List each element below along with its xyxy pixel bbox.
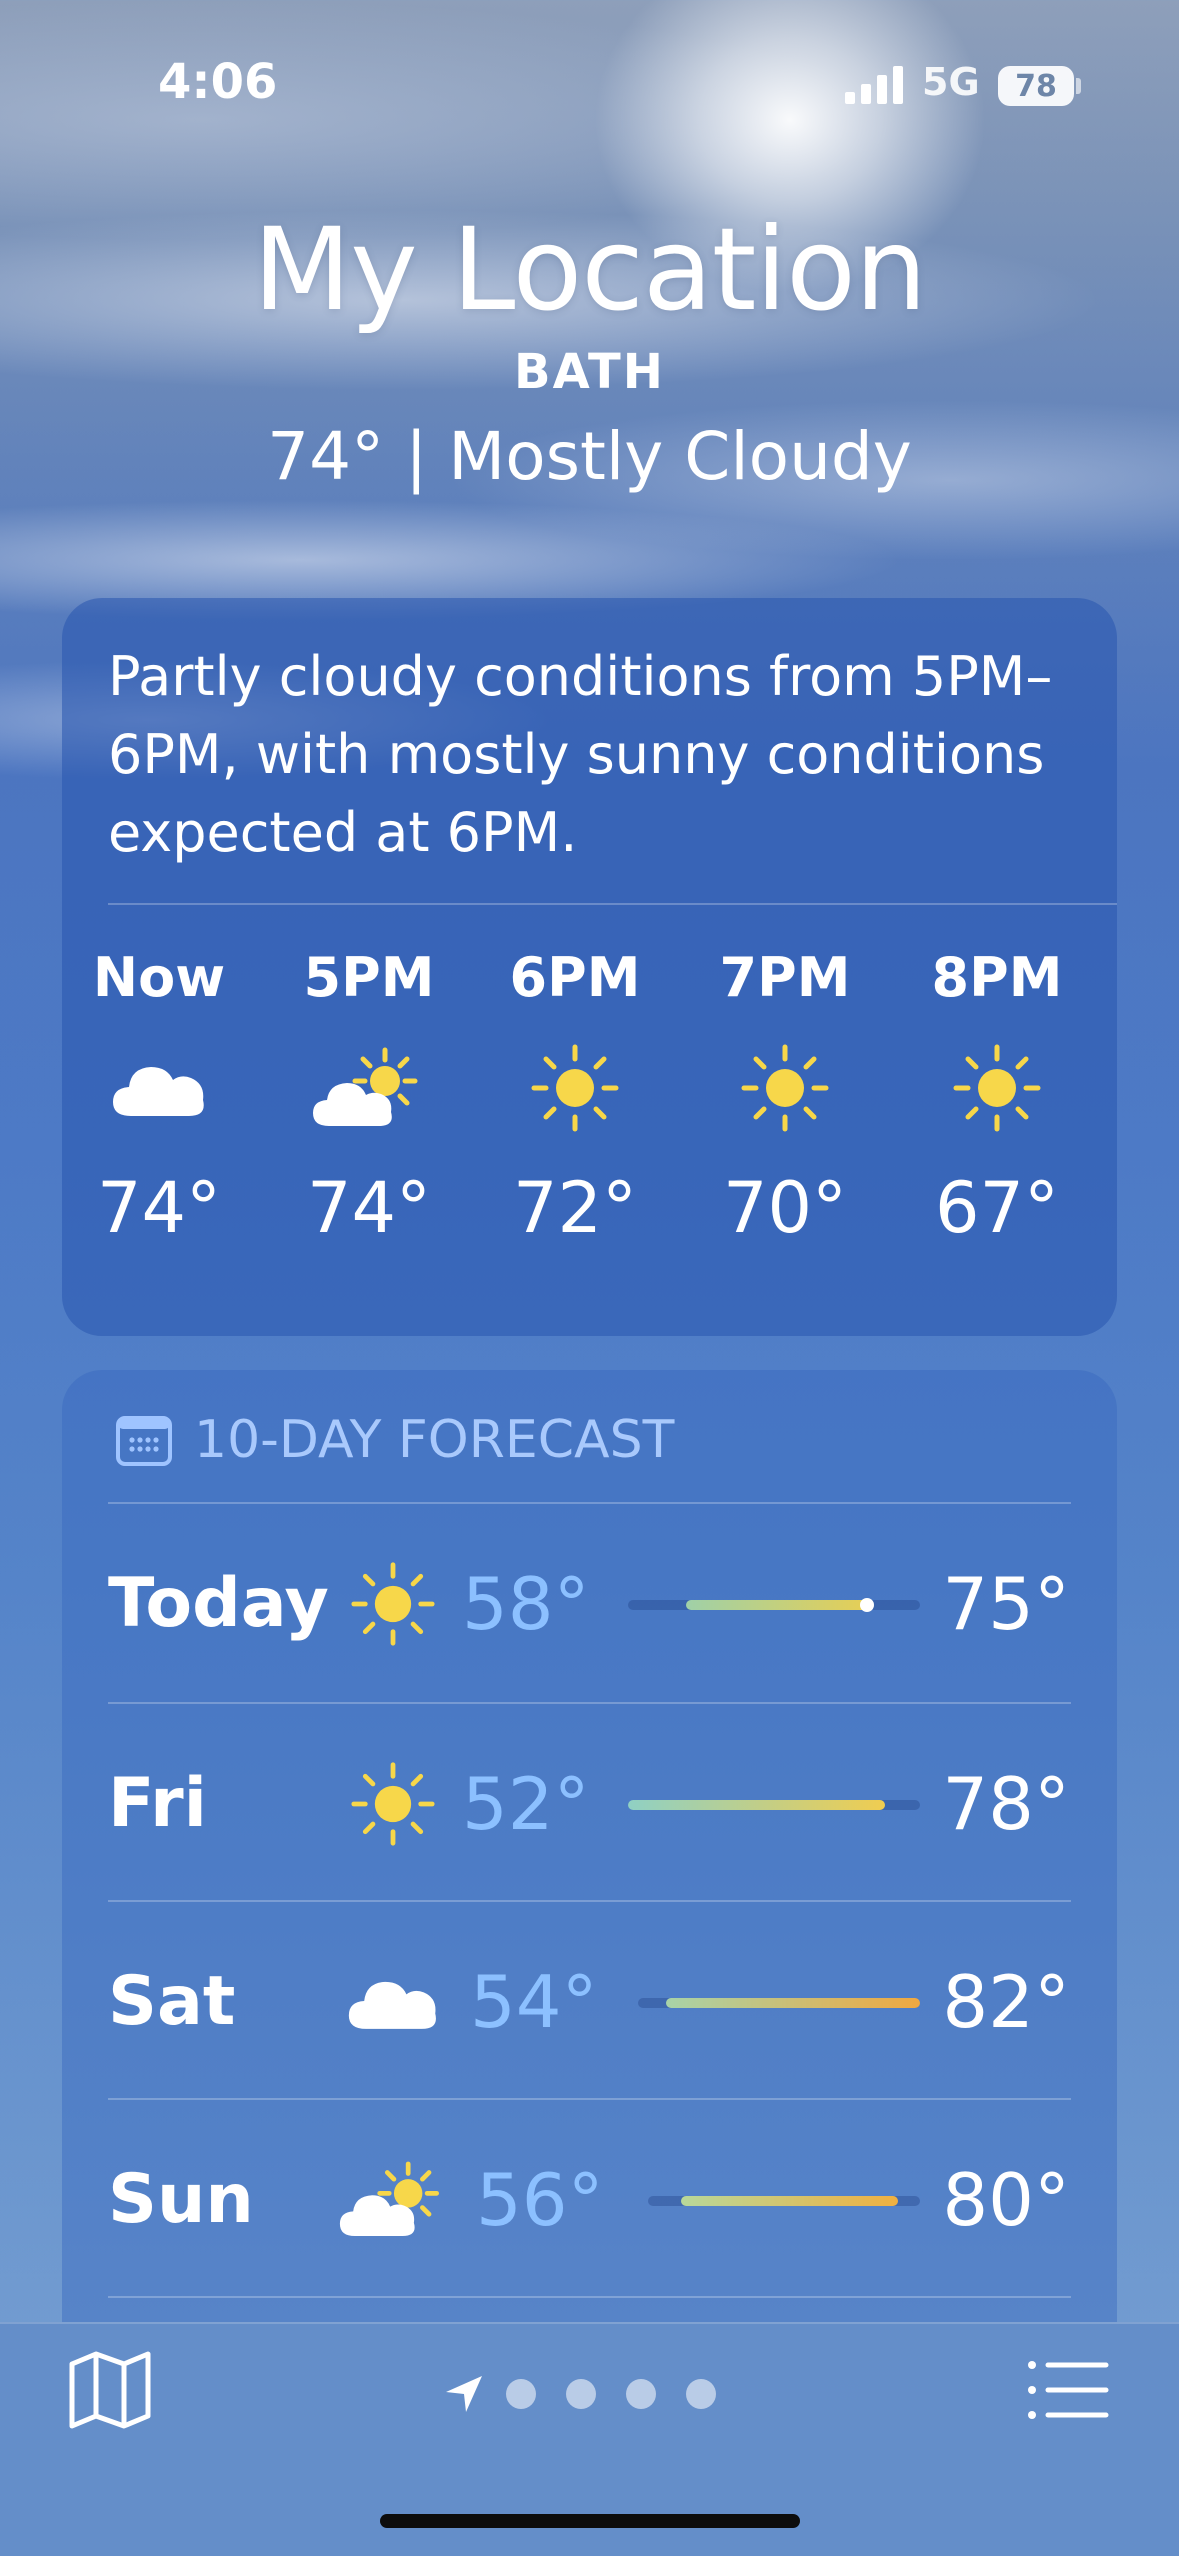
hour-temp: 67° [934,1167,1060,1249]
temperature-range-fill [666,1998,920,2008]
temperature-range-bar [638,1998,920,2008]
forecast-high: 80° [942,2158,1070,2242]
hour-temp: 72° [512,1167,638,1249]
bottom-toolbar [0,2322,1179,2556]
battery-tip [1076,78,1081,94]
city-list-icon[interactable] [1028,2360,1110,2420]
city-name: BATH [514,344,665,400]
cloud-icon [84,1018,234,1158]
forecast-row[interactable]: Sun 56° 80° [108,2100,1070,2298]
temperature-range-bar [628,1598,920,1612]
page-dot[interactable] [686,2379,716,2409]
forecast-header: 10-DAY FORECAST [116,1408,674,1472]
hour-temp: 74° [306,1167,432,1249]
network-type: 5G [922,60,980,104]
temperature-range-bar [648,2196,920,2206]
hour-temp: 74° [96,1167,222,1249]
location-arrow-icon [446,2376,482,2412]
calendar-icon [116,1416,172,1466]
forecast-high: 75° [942,1562,1070,1646]
page-dot[interactable] [566,2379,596,2409]
hour-item: 7PM 70° [710,938,860,1258]
current-temperature-dot [860,1598,875,1612]
forecast-day: Today [108,1564,329,1643]
temperature-range-bar [628,1800,920,1810]
forecast-day: Sat [108,1962,236,2041]
forecast-high: 78° [942,1762,1070,1846]
hour-temp: 70° [722,1167,848,1249]
current-conditions: 74° | Mostly Cloudy [267,418,912,495]
status-time: 4:06 [158,54,278,110]
page-dot[interactable] [506,2379,536,2409]
forecast-row[interactable]: Sat 54° 82° [108,1902,1070,2100]
page-indicator[interactable] [444,2374,746,2414]
forecast-day: Fri [108,1764,207,1843]
hour-label: Now [92,946,226,1009]
partly-sunny-icon [338,2145,448,2255]
forecast-row[interactable]: Fri 52° 78° [108,1704,1070,1902]
hourly-summary: Partly cloudy conditions from 5PM–6PM, w… [108,645,1053,864]
hour-item: Now 74° [84,938,234,1258]
divider [108,2296,1071,2298]
partly-sunny-icon [294,1018,444,1158]
forecast-high: 82° [942,1960,1070,2044]
hour-label: 8PM [931,946,1063,1009]
forecast-row[interactable]: Today 58° 75° [108,1504,1070,1702]
hour-label: 5PM [303,946,435,1009]
sun-icon [922,1018,1072,1158]
sun-icon [710,1018,860,1158]
temperature-range-fill [680,2196,899,2206]
hourly-forecast-card[interactable]: Partly cloudy conditions from 5PM–6PM, w… [62,598,1117,1336]
home-indicator [380,2514,800,2528]
cloud-icon [338,1947,448,2057]
sun-icon [338,1549,448,1659]
forecast-low: 52° [462,1762,590,1846]
forecast-low: 56° [476,2158,604,2242]
hourly-strip[interactable]: Now 74° 5PM 74° 6PM 72° 7PM 70° 8PM 67° [62,938,1117,1318]
location-header: My Location BATH 74° | Mostly Cloudy [0,200,1179,495]
battery-icon: 78 [998,66,1074,106]
map-icon[interactable] [68,2350,152,2430]
temperature-range-fill [686,1600,868,1610]
status-bar: 4:06 5G 78 [0,0,1179,170]
location-title: My Location [252,203,927,336]
page-dot[interactable] [626,2379,656,2409]
hour-item: 6PM 72° [500,938,650,1258]
divider [108,903,1117,905]
temperature-range-fill [628,1800,885,1810]
forecast-low: 58° [462,1562,590,1646]
hour-item: 5PM 74° [294,938,444,1258]
forecast-low: 54° [470,1960,598,2044]
battery-level: 78 [1015,68,1057,104]
hour-label: 6PM [509,946,641,1009]
forecast-day: Sun [108,2160,254,2239]
hour-item: 8PM 67° [922,938,1072,1258]
hour-label: 7PM [719,946,851,1009]
sun-icon [338,1749,448,1859]
sun-icon [500,1018,650,1158]
cellular-signal-icon [845,66,903,104]
forecast-title: 10-DAY FORECAST [194,1410,675,1470]
